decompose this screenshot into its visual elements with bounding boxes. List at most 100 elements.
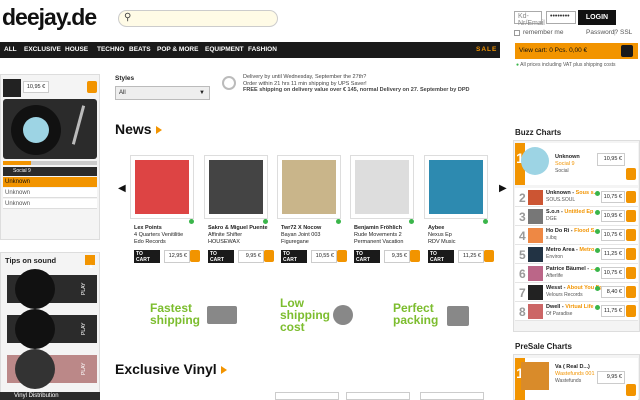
product-title[interactable]: Affinite Shifter xyxy=(208,232,274,239)
cart-icon[interactable] xyxy=(626,191,636,203)
styles-label: Styles xyxy=(115,75,135,82)
nav-house[interactable]: HOUSE xyxy=(65,42,88,58)
feature-fastest-shipping: Fastest shipping xyxy=(150,301,200,327)
buzz-chart-row[interactable]: 2 Unknown - Sous s... SOUS.SOUL 10,75 € xyxy=(515,188,638,207)
product-cover[interactable] xyxy=(424,155,488,219)
product-artist[interactable]: Aybee xyxy=(428,225,494,232)
cart-icon[interactable] xyxy=(626,210,636,222)
nav-equipment[interactable]: EQUIPMENT xyxy=(205,42,244,58)
player-cart-icon[interactable] xyxy=(87,81,97,93)
progress-bar[interactable] xyxy=(3,161,97,165)
product-artist[interactable]: Sakro & Miguel Puente xyxy=(208,225,274,232)
styles-select[interactable]: All ▼ xyxy=(115,86,210,100)
buzz-chart-row[interactable]: 5 Metro Area - Metro ... Environ 11,25 € xyxy=(515,245,638,264)
buzz-chart-row[interactable]: 4 Ho Do Ri - Flood S... s.ibq 10,75 € xyxy=(515,226,638,245)
stock-indicator xyxy=(595,210,600,215)
cart-icon[interactable] xyxy=(626,305,636,317)
ssl-link[interactable]: SSL xyxy=(620,29,632,36)
playlist-item[interactable]: Unknown xyxy=(3,188,97,198)
product-cover[interactable] xyxy=(204,155,268,219)
product-label[interactable]: HOUSEWAX xyxy=(208,239,274,246)
buzz-thumb[interactable] xyxy=(528,266,543,281)
chevron-down-icon: ▼ xyxy=(199,90,205,96)
product-title[interactable]: Rude Movements 2 xyxy=(354,232,420,239)
nav-beats[interactable]: BEATS xyxy=(129,42,151,58)
product-label[interactable]: Permanent Vacation xyxy=(354,239,420,246)
product-price: 9,95 € xyxy=(238,250,264,263)
stock-indicator xyxy=(595,191,600,196)
product-label[interactable]: Figuregane xyxy=(281,239,347,246)
product-cover[interactable] xyxy=(130,155,194,219)
product-cover[interactable] xyxy=(350,155,414,219)
tip-item[interactable]: PLAY xyxy=(7,269,97,309)
tips-toggle[interactable]: ▲ xyxy=(85,255,95,270)
product-price: 9,35 € xyxy=(384,250,410,263)
nav-pop-more[interactable]: POP & MORE xyxy=(157,42,198,58)
now-playing: Social 9 xyxy=(3,167,97,176)
login-button[interactable]: LOGIN xyxy=(578,10,616,25)
package-icon xyxy=(447,306,469,326)
to-cart-button[interactable]: TO CART xyxy=(354,250,380,263)
product-artist[interactable]: Twr72 X Nocow xyxy=(281,225,347,232)
playlist-item[interactable]: Unknown xyxy=(3,177,97,187)
product-label[interactable]: RDV Music xyxy=(428,239,494,246)
buzz-chart-row[interactable]: 6 Patrice Bäumel - ... Afterlife 10,75 € xyxy=(515,264,638,283)
nav-fashion[interactable]: FASHION xyxy=(248,42,277,58)
presale-item[interactable]: 1 Va ( Real D...) Wastefunds 001 Wastefu… xyxy=(515,358,638,400)
search-input[interactable]: ⚲ xyxy=(118,10,278,27)
player-panel: 10,95 € Social 9 Unknown Unknown Unknown xyxy=(0,74,100,240)
carousel-next[interactable]: ▶ xyxy=(499,183,507,194)
buzz-thumb[interactable] xyxy=(528,304,543,319)
login-email-field[interactable]: Kd-Nr/Email xyxy=(514,11,545,27)
feature-low-shipping-cost: Low shipping cost xyxy=(280,296,330,334)
buzz-top-item[interactable]: 1 Unknown Social 9 Social 10,95 € xyxy=(515,143,638,185)
to-cart-button[interactable]: TO CART xyxy=(428,250,454,263)
view-cart[interactable]: View cart: 0 Pcs. 0,00 € xyxy=(515,43,638,59)
product-title[interactable]: Nexus Ep xyxy=(428,232,494,239)
buzz-chart-row[interactable]: 7 Wesst - About You Ep Velours Records 8,40… xyxy=(515,283,638,302)
nav-exclusive[interactable]: EXCLUSIVE xyxy=(24,42,61,58)
buzz-charts-title: Buzz Charts xyxy=(515,128,562,137)
remember-checkbox[interactable] xyxy=(514,30,520,36)
playlist-item[interactable]: Unknown xyxy=(3,199,97,209)
to-cart-button[interactable]: TO CART xyxy=(281,250,307,263)
product-artist[interactable]: Lex Points xyxy=(134,225,200,232)
stock-indicator xyxy=(595,248,600,253)
cart-icon[interactable] xyxy=(410,250,420,262)
cart-icon[interactable] xyxy=(626,267,636,279)
stock-indicator xyxy=(595,267,600,272)
buzz-thumb[interactable] xyxy=(528,285,543,300)
nav-all[interactable]: ALL xyxy=(4,42,17,58)
buzz-thumb[interactable] xyxy=(528,209,543,224)
site-logo[interactable]: deejay.de xyxy=(2,4,97,31)
search-icon: ⚲ xyxy=(124,12,132,23)
carousel-prev[interactable]: ◀ xyxy=(118,183,126,194)
product-title[interactable]: Bayan Joint 003 xyxy=(281,232,347,239)
tip-item[interactable]: PLAY xyxy=(7,309,97,349)
cart-icon[interactable] xyxy=(621,45,633,57)
nav-techno[interactable]: TECHNO xyxy=(97,42,124,58)
cart-icon[interactable] xyxy=(337,250,347,262)
buzz-thumb[interactable] xyxy=(528,228,543,243)
buzz-chart-row[interactable]: 3 S.o.n - Untitled Ep DGE 10,95 € xyxy=(515,207,638,226)
product-title[interactable]: 4 Quarters Venitilitie xyxy=(134,232,200,239)
cart-icon[interactable] xyxy=(626,286,636,298)
cart-icon[interactable] xyxy=(264,250,274,262)
buzz-thumb[interactable] xyxy=(528,247,543,262)
to-cart-button[interactable]: TO CART xyxy=(134,250,160,263)
tip-item[interactable]: PLAY xyxy=(7,349,97,389)
cart-icon[interactable] xyxy=(626,229,636,241)
buzz-thumb[interactable] xyxy=(528,190,543,205)
cart-icon[interactable] xyxy=(626,248,636,260)
product-artist[interactable]: Benjamin Fröhlich xyxy=(354,225,420,232)
exclusive-title: Exclusive Vinyl xyxy=(115,361,227,377)
vinyl-distribution[interactable]: Vinyl Distribution xyxy=(0,392,100,400)
cart-icon[interactable] xyxy=(190,250,200,262)
to-cart-button[interactable]: TO CART xyxy=(208,250,234,263)
cart-icon[interactable] xyxy=(484,250,494,262)
buzz-chart-row[interactable]: 8 Dwell - Virtual Life Of Paradise 11,75 € xyxy=(515,302,638,321)
product-label[interactable]: Edo Records xyxy=(134,239,200,246)
password-field[interactable]: •••••••• xyxy=(546,11,576,24)
nav-sale[interactable]: SALE xyxy=(476,42,497,58)
product-cover[interactable] xyxy=(277,155,341,219)
